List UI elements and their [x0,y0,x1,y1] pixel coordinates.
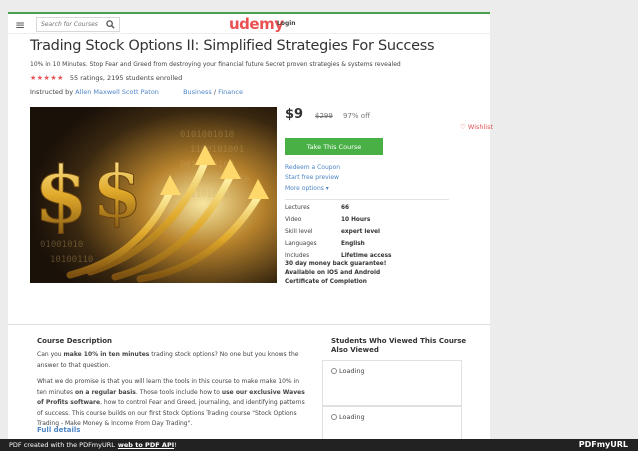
footer-api-link[interactable]: web to PDF API [118,441,174,449]
spec-row: Languages English [285,241,365,247]
loading-indicator: Loading [331,367,365,375]
search-input[interactable] [37,21,103,28]
description-paragraph: Can you make 10% in ten minutes trading … [37,351,299,369]
footer-suffix: ! [174,441,177,449]
footer-text: PDF created with the PDFmyURL [9,441,115,449]
spec-value: English [341,241,365,247]
spec-row: Video 10 Hours [285,217,370,223]
spec-value: 66 [341,205,350,211]
spec-label: Lectures [285,205,310,211]
svg-text:10100110: 10100110 [50,255,93,265]
spec-row: Skill level expert level [285,229,380,235]
category-link[interactable]: Business [183,88,212,96]
search-icon[interactable] [103,18,117,31]
recommendation-card[interactable]: Loading [322,360,462,406]
spec-label: Skill level [285,229,313,235]
original-price: $299 [315,112,333,120]
top-navbar: ≡ udemy Login [8,12,490,34]
specs-divider [285,199,449,200]
spec-value: Lifetime access [341,253,392,259]
more-options-link[interactable]: More options ▾ [285,185,329,192]
course-description: Can you make 10% in ten minutes trading … [37,350,309,436]
students-also-viewed-title: Students Who Viewed This Course Also Vie… [331,337,467,354]
discount-label: 97% off [343,112,370,120]
description-paragraph: What we do promise is that you will lear… [37,378,305,427]
free-preview-link[interactable]: Start free preview [285,174,339,181]
loading-indicator: Loading [331,413,365,421]
subcategory-link[interactable]: Finance [218,88,243,96]
spec-value: 10 Hours [341,217,371,223]
current-price: $9 [285,107,304,122]
rating-row: ★★★★★ 55 ratings, 2195 students enrolled [30,74,182,82]
svg-text:$: $ [92,149,142,234]
search-box [36,17,120,32]
redeem-coupon-link[interactable]: Redeem a Coupon [285,164,340,171]
instructor-link[interactable]: Allen Maxwell Scott Paton [75,88,159,96]
udemy-logo[interactable]: udemy [229,15,284,33]
spec-label: Includes [285,253,310,259]
svg-text:1100101001: 1100101001 [190,145,244,155]
pdfmyurl-logo: PDFmyURL [578,440,628,449]
dollar-chart-illustration: 0101001010 1100101001 0010110100 1010010… [30,107,277,283]
spec-label: Languages [285,241,317,247]
wishlist-button[interactable]: ♡ Wishlist [460,123,493,131]
svg-text:01001010: 01001010 [40,240,83,250]
spec-label: Video [285,217,302,223]
course-hero-image[interactable]: 0101001010 1100101001 0010110100 1010010… [30,107,277,283]
spec-value: expert level [341,229,381,235]
mobile-availability-text: Available on iOS and Android [285,270,381,276]
spinner-icon [331,368,337,374]
rating-text: 55 ratings, 2195 students enrolled [69,74,183,82]
wishlist-label: Wishlist [467,123,494,131]
rating-stars-icon: ★★★★★ [30,74,64,82]
svg-text:0101001010: 0101001010 [180,130,234,140]
course-title: Trading Stock Options II: Simplified Str… [30,38,435,54]
pdf-footer: PDF created with the PDFmyURL web to PDF… [0,439,638,451]
login-link[interactable]: Login [277,20,296,27]
spec-row: Includes Lifetime access [285,253,392,259]
category-separator: / [213,88,217,96]
page: ≡ udemy Login Trading Stock Options II: … [0,0,638,451]
spec-row: Lectures 66 [285,205,349,211]
course-subtitle: 10% in 10 Minutes. Stop Fear and Greed f… [30,61,401,68]
guarantee-text: 30 day money back guarantee! [285,261,387,267]
svg-text:$: $ [34,150,88,241]
heart-icon: ♡ [460,123,466,131]
instructor-line: Instructed by Allen Maxwell Scott Paton … [30,88,243,96]
take-course-button[interactable]: Take This Course [285,138,383,155]
certificate-text: Certificate of Completion [285,279,367,285]
description-title: Course Description [37,337,113,345]
full-details-link[interactable]: Full details [37,426,80,434]
hamburger-menu-icon[interactable]: ≡ [15,18,25,32]
spinner-icon [331,414,337,420]
instructed-by-label: Instructed by [30,88,74,96]
